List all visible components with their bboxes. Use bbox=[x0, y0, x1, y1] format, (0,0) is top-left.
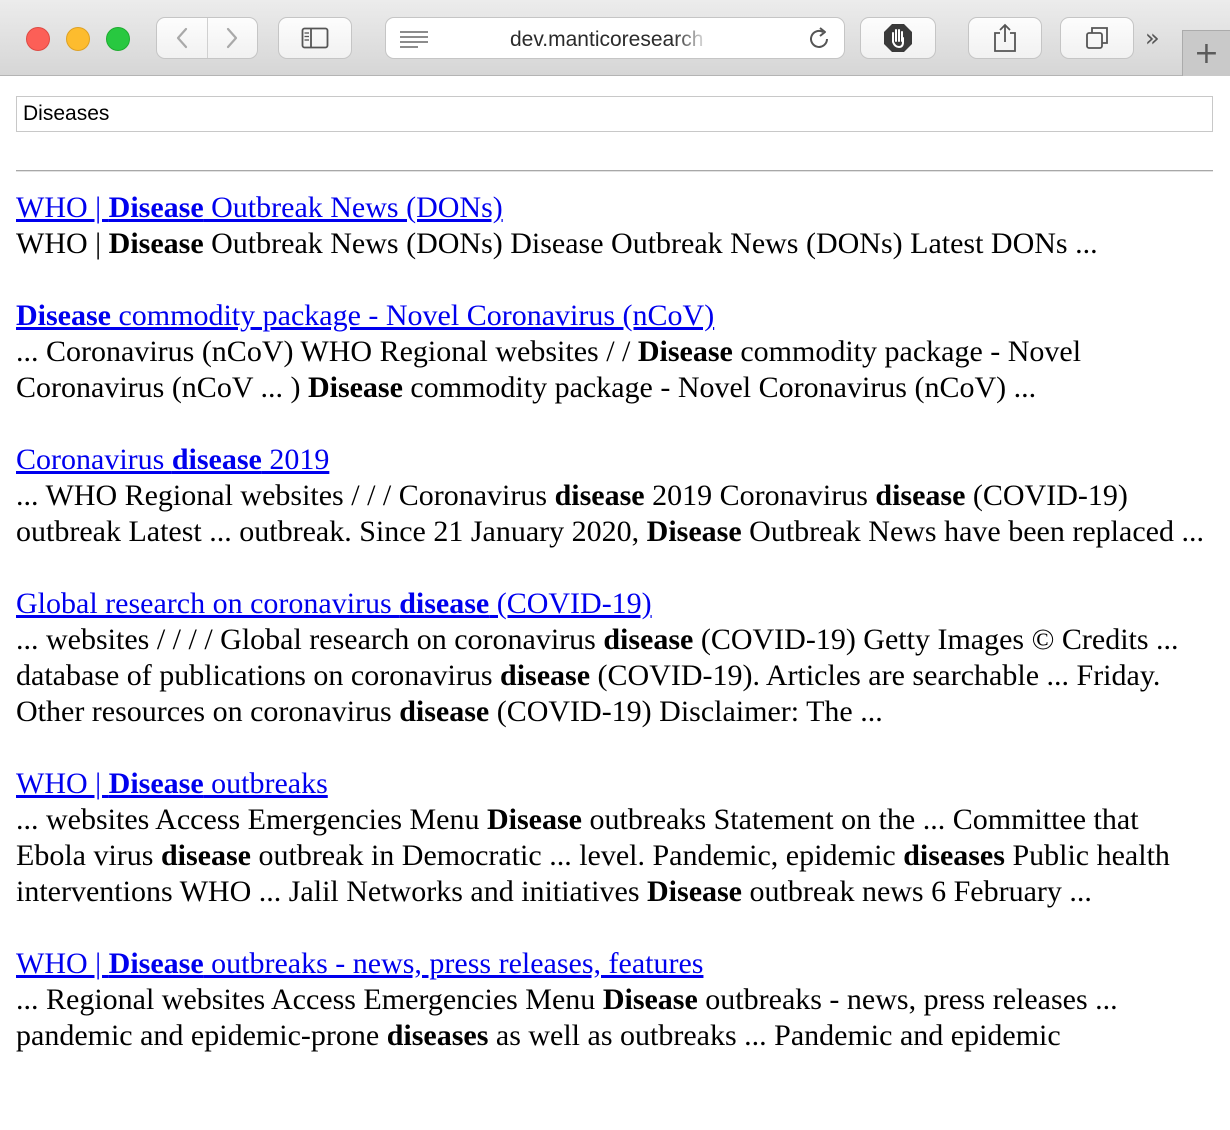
reload-icon[interactable] bbox=[806, 26, 832, 52]
snippet-text: Outbreak News (DONs) Disease Outbreak Ne… bbox=[203, 227, 1098, 260]
chevron-right-icon bbox=[227, 27, 238, 49]
result-item: WHO | Disease outbreaks - news, press re… bbox=[16, 946, 1213, 1054]
result-snippet: ... websites / / / / Global research on … bbox=[16, 622, 1213, 730]
snippet-text: WHO | bbox=[16, 227, 109, 260]
title-text: WHO | bbox=[16, 191, 109, 224]
result-item: Coronavirus disease 2019... WHO Regional… bbox=[16, 442, 1213, 550]
result-snippet: ... Regional websites Access Emergencies… bbox=[16, 982, 1213, 1054]
content-blocker-button[interactable] bbox=[860, 17, 936, 59]
url-text: dev.manticoresearch bbox=[510, 28, 704, 51]
result-snippet: WHO | Disease Outbreak News (DONs) Disea… bbox=[16, 226, 1213, 262]
result-snippet: ... Coronavirus (nCoV) WHO Regional webs… bbox=[16, 334, 1213, 406]
navigation-buttons bbox=[156, 17, 258, 59]
highlighted-term: disease bbox=[160, 839, 251, 872]
result-item: Disease commodity package - Novel Corona… bbox=[16, 298, 1213, 406]
toolbar-overflow-icon[interactable]: » bbox=[1145, 26, 1160, 50]
result-item: WHO | Disease outbreaks... websites Acce… bbox=[16, 766, 1213, 910]
back-button[interactable] bbox=[157, 18, 207, 58]
result-snippet: ... websites Access Emergencies Menu Dis… bbox=[16, 802, 1213, 910]
title-text: outbreaks bbox=[203, 767, 328, 800]
highlighted-term: disease bbox=[500, 659, 591, 692]
snippet-text: ... Regional websites Access Emergencies… bbox=[16, 983, 603, 1016]
highlighted-term: Disease bbox=[108, 947, 204, 980]
sidebar-icon bbox=[301, 27, 329, 49]
title-text: commodity package - Novel Coronavirus (n… bbox=[110, 299, 715, 332]
forward-button[interactable] bbox=[206, 18, 258, 58]
snippet-text: outbreak in Democratic ... level. Pandem… bbox=[250, 839, 904, 872]
snippet-text: ... websites Access Emergencies Menu bbox=[16, 803, 487, 836]
result-snippet: ... WHO Regional websites / / / Coronavi… bbox=[16, 478, 1213, 550]
tabs-icon bbox=[1086, 27, 1108, 49]
page-content: WHO | Disease Outbreak News (DONs)WHO | … bbox=[0, 76, 1230, 1130]
highlighted-term: disease bbox=[875, 479, 966, 512]
divider bbox=[16, 170, 1213, 172]
share-icon bbox=[994, 23, 1016, 52]
plus-icon: + bbox=[1193, 35, 1220, 71]
snippet-text: commodity package - Novel Coronavirus (n… bbox=[402, 371, 1037, 404]
result-title-link[interactable]: Global research on coronavirus disease (… bbox=[16, 587, 652, 620]
title-text: 2019 bbox=[261, 443, 330, 476]
title-text: outbreaks - news, press releases, featur… bbox=[203, 947, 704, 980]
snippet-text: ... WHO Regional websites / / / Coronavi… bbox=[16, 479, 555, 512]
snippet-text: Outbreak News have been replaced ... bbox=[741, 515, 1204, 548]
snippet-text: (COVID-19) Disclaimer: The ... bbox=[489, 695, 883, 728]
highlighted-term: diseases bbox=[903, 839, 1005, 872]
result-title-link[interactable]: WHO | Disease outbreaks bbox=[16, 767, 328, 800]
highlighted-term: disease bbox=[603, 623, 694, 656]
tab-overview-button[interactable] bbox=[1060, 17, 1134, 59]
snippet-text: as well as outbreaks ... Pandemic and ep… bbox=[488, 1019, 1061, 1052]
highlighted-term: diseases bbox=[386, 1019, 489, 1052]
result-title-link[interactable]: WHO | Disease outbreaks - news, press re… bbox=[16, 947, 703, 980]
highlighted-term: Disease bbox=[602, 983, 698, 1016]
highlighted-term: Disease bbox=[647, 875, 742, 908]
highlighted-term: Disease bbox=[108, 191, 204, 224]
address-bar[interactable]: dev.manticoresearch bbox=[385, 17, 845, 59]
highlighted-term: disease bbox=[399, 695, 490, 728]
title-text: WHO | bbox=[16, 767, 109, 800]
highlighted-term: Disease bbox=[108, 767, 204, 800]
browser-toolbar: dev.manticoresearch » + bbox=[0, 0, 1230, 76]
title-text: Outbreak News (DONs) bbox=[203, 191, 503, 224]
title-text: (COVID-19) bbox=[489, 587, 652, 620]
new-tab-button[interactable]: + bbox=[1182, 30, 1230, 76]
highlighted-term: Disease bbox=[16, 299, 111, 332]
result-title-link[interactable]: Disease commodity package - Novel Corona… bbox=[16, 299, 714, 332]
snippet-text: ... websites / / / / Global research on … bbox=[16, 623, 604, 656]
snippet-text: 2019 Coronavirus bbox=[644, 479, 876, 512]
result-item: Global research on coronavirus disease (… bbox=[16, 586, 1213, 730]
chevron-left-icon bbox=[176, 27, 187, 49]
highlighted-term: Disease bbox=[646, 515, 742, 548]
title-text: Global research on coronavirus bbox=[16, 587, 400, 620]
result-item: WHO | Disease Outbreak News (DONs) WHO | … bbox=[16, 190, 1213, 262]
share-button[interactable] bbox=[968, 17, 1042, 59]
highlighted-term: Disease bbox=[487, 803, 582, 836]
minimize-window-button[interactable] bbox=[66, 27, 90, 51]
highlighted-term: Disease bbox=[108, 227, 204, 260]
title-text: Coronavirus bbox=[16, 443, 172, 476]
results-list: WHO | Disease Outbreak News (DONs) WHO | … bbox=[16, 190, 1213, 1090]
highlighted-term: Disease bbox=[307, 371, 403, 404]
title-text: WHO | bbox=[16, 947, 109, 980]
result-title-link[interactable]: WHO | Disease Outbreak News (DONs) bbox=[16, 191, 503, 224]
result-title-link[interactable]: Coronavirus disease 2019 bbox=[16, 443, 329, 476]
highlighted-term: Disease bbox=[637, 335, 733, 368]
snippet-text: outbreak news 6 February ... bbox=[742, 875, 1092, 908]
highlighted-term: disease bbox=[399, 587, 490, 620]
close-window-button[interactable] bbox=[26, 27, 50, 51]
search-input[interactable] bbox=[16, 96, 1213, 132]
reader-view-icon bbox=[400, 31, 428, 48]
sidebar-toggle-button[interactable] bbox=[278, 17, 352, 59]
snippet-text: ... Coronavirus (nCoV) WHO Regional webs… bbox=[16, 335, 638, 368]
highlighted-term: disease bbox=[554, 479, 645, 512]
hand-stop-icon bbox=[884, 24, 912, 52]
highlighted-term: disease bbox=[171, 443, 262, 476]
zoom-window-button[interactable] bbox=[106, 27, 130, 51]
